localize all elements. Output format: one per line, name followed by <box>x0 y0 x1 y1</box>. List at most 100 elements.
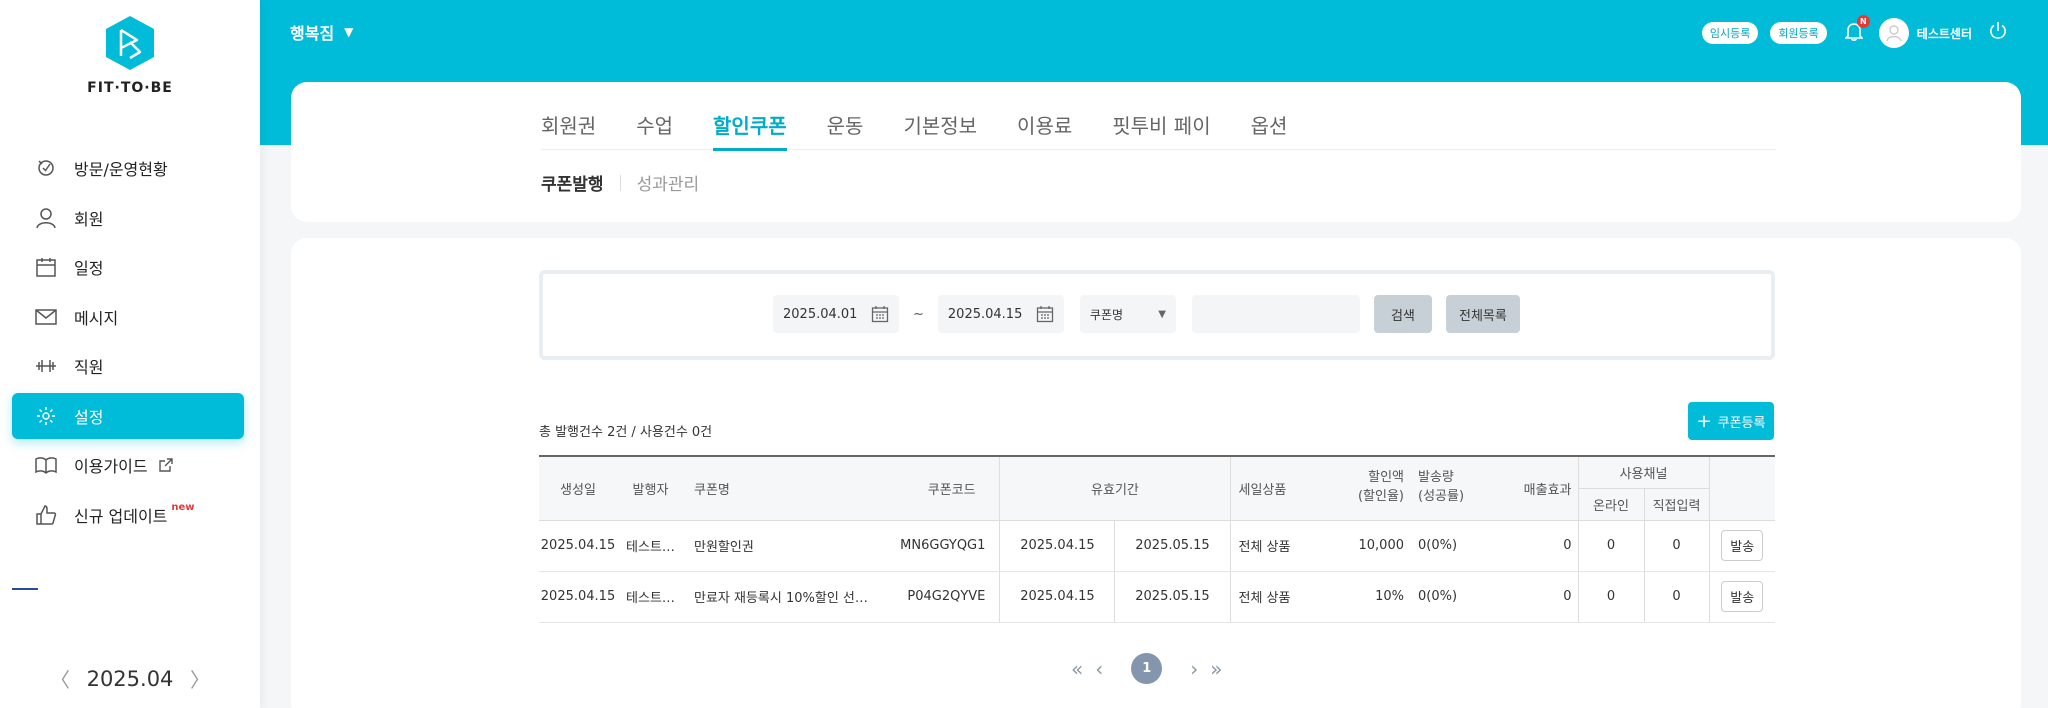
cell-direct: 0 <box>1643 571 1709 623</box>
cell-sale-product: 전체 상품 <box>1229 571 1324 623</box>
logo-text: FIT·TO·BE <box>87 80 173 96</box>
cell-valid-to: 2025.05.15 <box>1114 520 1230 572</box>
main-tabs: 회원권 수업 할인쿠폰 운동 기본정보 이용료 핏투비 페이 옵션 <box>541 110 1776 151</box>
sub-tabs: 쿠폰발행 성과관리 <box>541 170 699 195</box>
tab-discount-coupon[interactable]: 할인쿠폰 <box>713 110 787 151</box>
col-discount-line1: 할인액 <box>1368 470 1404 486</box>
col-action <box>1708 455 1775 521</box>
tabs-card: 회원권 수업 할인쿠폰 운동 기본정보 이용료 핏투비 페이 옵션 쿠폰발행 성… <box>291 82 2021 222</box>
tab-fittobe-pay[interactable]: 핏투비 페이 <box>1112 110 1210 150</box>
member-register-button[interactable]: 회원등록 <box>1770 22 1827 44</box>
sidebar-item-staff[interactable]: 직원 <box>12 343 244 389</box>
col-sent-line1: 발송량 <box>1418 470 1454 486</box>
logo[interactable]: FIT·TO·BE <box>87 14 172 96</box>
header-actions: 임시등록 회원등록 N 테스트센터 <box>1701 15 2008 48</box>
cell-action: 발송 <box>1708 520 1775 572</box>
user-name: 테스트센터 <box>1916 26 1972 41</box>
cell-direct: 0 <box>1643 520 1709 572</box>
cell-name: 만료자 재등록시 10%할인 선… <box>684 571 868 623</box>
pagination: « ‹ 1 › » <box>1065 653 1229 684</box>
calendar-icon <box>1036 306 1054 323</box>
col-channel: 사용채널 <box>1577 455 1709 489</box>
person-icon <box>34 206 58 230</box>
search-button[interactable]: 검색 <box>1373 295 1432 333</box>
sidebar-item-label: 방문/운영현황 <box>74 160 168 179</box>
search-input[interactable] <box>1191 295 1360 333</box>
send-button[interactable]: 발송 <box>1721 530 1764 561</box>
plus-icon: + <box>1696 410 1712 432</box>
col-sent: 발송량 (성공률) <box>1412 455 1482 521</box>
search-field-select[interactable]: 쿠폰명 ▼ <box>1079 295 1176 333</box>
sidebar-item-guide[interactable]: 이용가이드 <box>12 442 244 488</box>
sidebar-item-members[interactable]: 회원 <box>12 195 244 241</box>
sidebar-item-label: 회원 <box>74 209 104 229</box>
page-number[interactable]: 1 <box>1131 653 1163 684</box>
tab-membership[interactable]: 회원권 <box>541 110 596 150</box>
sidebar: FIT·TO·BE 방문/운영현황 회원 일정 메시지 직원 설정 이용가이드 … <box>0 0 260 708</box>
cell-discount: 10% <box>1324 571 1412 623</box>
first-page-icon[interactable]: « <box>1071 657 1083 681</box>
book-icon <box>34 453 58 477</box>
chevron-right-icon[interactable]: 〉 <box>190 664 210 693</box>
branch-name: 행복짐 <box>290 24 335 43</box>
table-row[interactable]: 2025.04.15 테스트… 만료자 재등록시 10%할인 선… P04G2Q… <box>539 571 1775 623</box>
visit-icon <box>34 156 58 180</box>
coupon-table: 생성일 발행자 쿠폰명 쿠폰코드 유효기간 세일상품 할인액 (할인율) 발송량… <box>539 455 1775 623</box>
last-page-icon[interactable]: » <box>1210 657 1222 681</box>
cell-created: 2025.04.15 <box>539 571 617 623</box>
sidebar-item-schedule[interactable]: 일정 <box>12 244 244 290</box>
subtab-coupon-issue[interactable]: 쿠폰발행 <box>541 170 604 195</box>
send-button[interactable]: 발송 <box>1721 581 1764 612</box>
col-valid-period: 유효기간 <box>999 455 1230 521</box>
cell-valid-to: 2025.05.15 <box>1114 571 1230 623</box>
cell-sale-product: 전체 상품 <box>1229 520 1324 572</box>
add-coupon-button[interactable]: + 쿠폰등록 <box>1688 402 1774 440</box>
tab-basic-info[interactable]: 기본정보 <box>903 110 977 150</box>
branch-selector[interactable]: 행복짐 ▼ <box>290 20 353 44</box>
thumbs-up-icon <box>34 503 58 527</box>
user-menu[interactable]: 테스트센터 <box>1878 18 1972 48</box>
table-row[interactable]: 2025.04.15 테스트… 만원할인권 MN6GGYQG1 2025.04.… <box>539 520 1775 572</box>
date-to-input[interactable]: 2025.04.15 <box>937 295 1064 333</box>
cell-sent: 0(0%) <box>1412 520 1482 572</box>
col-name: 쿠폰명 <box>684 455 868 521</box>
chevron-left-icon[interactable]: 〈 <box>50 664 70 693</box>
tab-exercise[interactable]: 운동 <box>827 110 864 150</box>
sidebar-item-label: 일정 <box>74 259 104 278</box>
power-button[interactable] <box>1988 21 2008 45</box>
col-issuer: 발행자 <box>617 455 684 521</box>
search-controls: 2025.04.01 ~ 2025.04.15 쿠폰명 ▼ 검색 전체목록 <box>773 295 1520 333</box>
sidebar-item-visit[interactable]: 방문/운영현황 <box>12 145 244 191</box>
col-sent-line2: (성공률) <box>1418 489 1465 505</box>
caret-down-icon: ▼ <box>1158 308 1166 320</box>
content-card: 2025.04.01 ~ 2025.04.15 쿠폰명 ▼ 검색 전체목록 총 … <box>291 238 2021 708</box>
tab-options[interactable]: 옵션 <box>1251 110 1288 150</box>
date-to-value: 2025.04.15 <box>947 306 1023 322</box>
sidebar-item-settings[interactable]: 설정 <box>12 392 244 439</box>
col-code: 쿠폰코드 <box>867 455 1000 521</box>
dumbbell-icon <box>34 354 58 378</box>
notification-badge: N <box>1856 15 1870 28</box>
cell-code: MN6GGYQG1 <box>867 520 1000 572</box>
calendar-icon <box>871 306 889 323</box>
temp-register-button[interactable]: 임시등록 <box>1701 22 1759 44</box>
notification-button[interactable]: N <box>1843 15 1870 45</box>
month-navigator: 〈 2025.04 〉 <box>50 664 210 693</box>
cell-sales-effect: 0 <box>1482 571 1578 623</box>
prev-page-icon[interactable]: ‹ <box>1095 657 1103 681</box>
col-direct: 직접입력 <box>1643 488 1709 521</box>
tab-class[interactable]: 수업 <box>636 110 673 150</box>
col-discount: 할인액 (할인율) <box>1324 455 1412 521</box>
next-page-icon[interactable]: › <box>1190 657 1198 681</box>
cell-name: 만원할인권 <box>684 520 868 572</box>
date-from-input[interactable]: 2025.04.01 <box>773 295 899 333</box>
list-all-button[interactable]: 전체목록 <box>1445 295 1520 333</box>
sidebar-item-messages[interactable]: 메시지 <box>12 294 244 340</box>
tab-fees[interactable]: 이용료 <box>1017 110 1072 150</box>
avatar <box>1878 18 1909 48</box>
issue-summary: 총 발행건수 2건 / 사용건수 0건 <box>539 425 713 440</box>
sidebar-item-updates[interactable]: 신규 업데이트 new <box>12 492 244 538</box>
cell-online: 0 <box>1577 520 1644 572</box>
subtab-performance[interactable]: 성과관리 <box>637 170 700 195</box>
sidebar-nav: 방문/운영현황 회원 일정 메시지 직원 설정 이용가이드 신규 업데이트 ne… <box>12 145 244 541</box>
